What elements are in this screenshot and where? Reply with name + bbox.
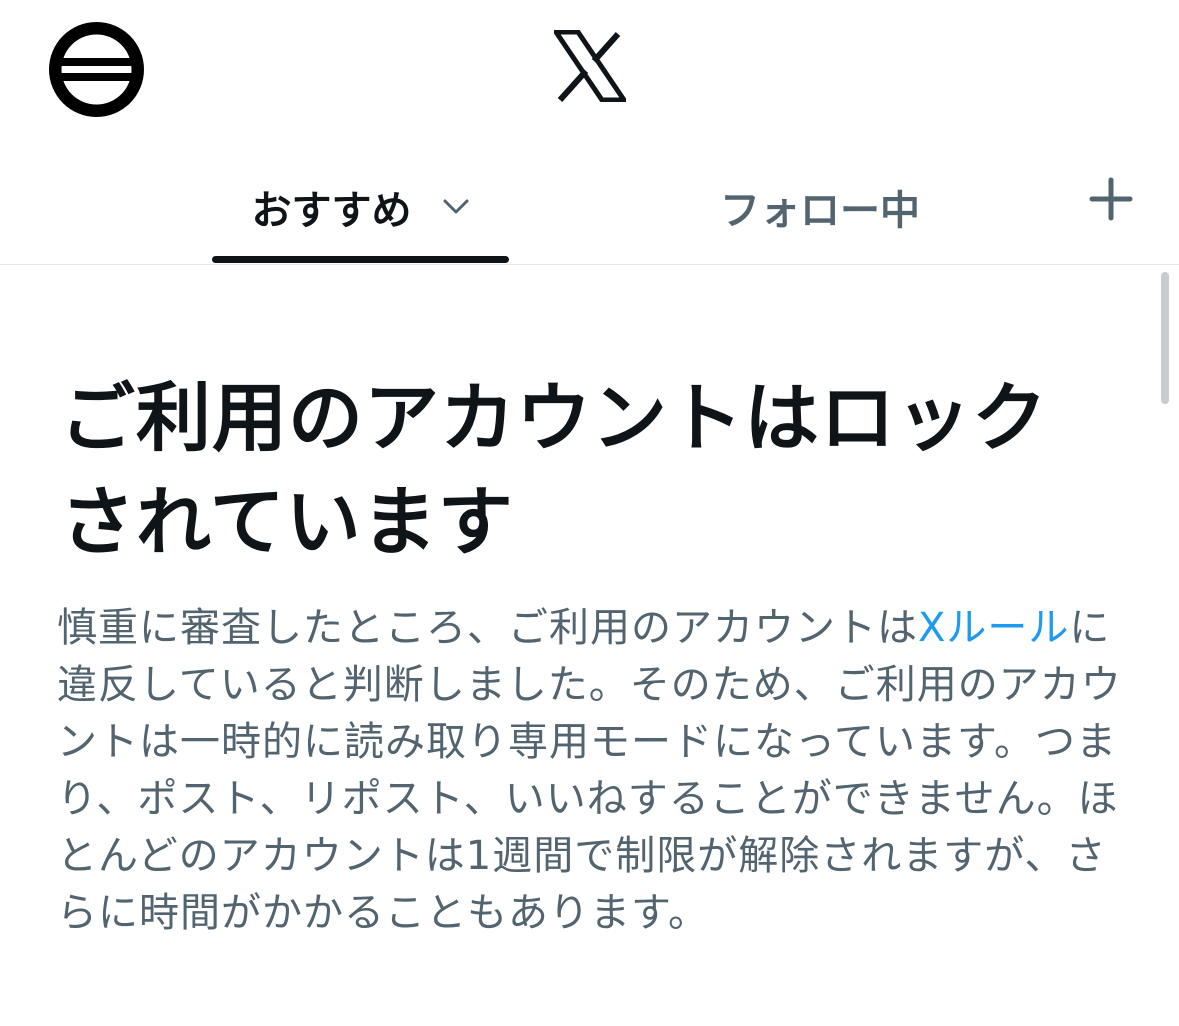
title-line-1: ご利用のアカウントはロック	[60, 374, 1049, 462]
description-text-start: 慎重に審査したところ、ご利用のアカウントは	[57, 605, 918, 651]
profile-avatar-icon[interactable]	[49, 22, 144, 117]
description-text-end: に違反していると判断しました。そのため、ご利用のアカウントは一時的に読み取り専用…	[57, 605, 1122, 936]
tab-label: おすすめ	[251, 188, 412, 234]
plus-icon[interactable]	[1088, 176, 1134, 222]
timeline-tabs: おすすめ フォロー中	[0, 150, 1179, 264]
locked-account-title: ご利用のアカウントはロック されています	[60, 366, 1140, 574]
tab-label: フォロー中	[720, 188, 920, 234]
locked-account-description: 慎重に審査したところ、ご利用のアカウントはXルールに違反していると判断しました。…	[57, 600, 1127, 942]
active-tab-indicator	[212, 256, 509, 263]
title-line-2: されています	[60, 478, 514, 566]
chevron-down-icon[interactable]	[442, 198, 470, 216]
tab-recommended[interactable]: おすすめ	[212, 150, 509, 264]
home-screen: おすすめ フォロー中 ご利用のアカウントはロック されています 慎重に審査したと…	[0, 0, 1179, 1026]
scrollbar[interactable]	[1161, 272, 1169, 404]
tab-divider	[0, 264, 1179, 265]
x-logo-icon[interactable]	[551, 29, 629, 103]
tab-following[interactable]: フォロー中	[660, 150, 980, 264]
x-rules-link[interactable]: Xルール	[918, 605, 1069, 651]
